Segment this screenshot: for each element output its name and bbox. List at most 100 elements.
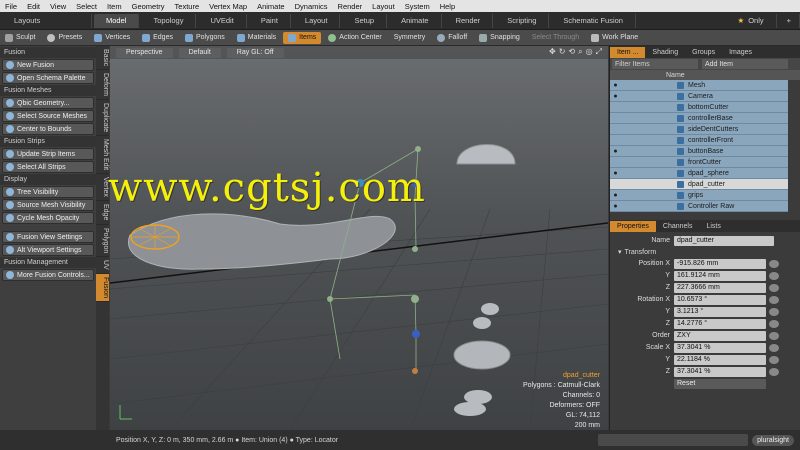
cutter-disc-mesh[interactable]	[453, 340, 511, 370]
tab-topology[interactable]: Topology	[141, 13, 197, 28]
animate-toggle-icon[interactable]	[769, 271, 779, 280]
vtab-duplicate[interactable]: Duplicate	[96, 100, 109, 137]
tab-render[interactable]: Render	[444, 13, 494, 28]
animate-toggle-icon[interactable]	[769, 259, 779, 268]
tab-schematic-fusion[interactable]: Schematic Fusion	[551, 13, 636, 28]
eye-icon[interactable]: ●	[610, 170, 621, 177]
symmetry-button[interactable]: Symmetry	[389, 32, 431, 44]
transform-section-header[interactable]: ▾ Transform	[610, 247, 800, 257]
move-view-icon[interactable]: ✥	[549, 47, 556, 57]
menu-animate[interactable]: Animate	[252, 2, 290, 11]
menu-help[interactable]: Help	[435, 2, 460, 11]
section-fusion-strips[interactable]: Fusion Strips	[0, 136, 96, 147]
menu-system[interactable]: System	[400, 2, 435, 11]
items-tab-groups[interactable]: Groups	[685, 47, 722, 58]
prop-value-field[interactable]: ZXY	[674, 330, 766, 341]
eye-icon[interactable]: ●	[610, 93, 621, 100]
animate-toggle-icon[interactable]	[769, 295, 779, 304]
viewport-perspective-menu[interactable]: Perspective	[116, 47, 173, 58]
props-tab-properties[interactable]: Properties	[610, 220, 656, 232]
tree-visibility-button[interactable]: Tree Visibility	[2, 186, 94, 198]
action-center-button[interactable]: Action Center	[323, 32, 386, 44]
tab-layout[interactable]: Layout	[293, 13, 341, 28]
work-plane-button[interactable]: Work Plane	[586, 32, 643, 44]
alt-viewport-settings-button[interactable]: Alt Viewport Settings	[2, 244, 94, 256]
menu-select[interactable]: Select	[71, 2, 102, 11]
section-fusion-meshes[interactable]: Fusion Meshes	[0, 85, 96, 96]
vtab-uv[interactable]: UV	[96, 257, 109, 274]
fit-view-icon[interactable]: ◎	[586, 47, 593, 57]
zoom-icon[interactable]: ⌕	[578, 47, 582, 57]
animate-toggle-icon[interactable]	[769, 355, 779, 364]
only-star-toggle[interactable]: ★ Only	[725, 13, 777, 28]
vtab-basic[interactable]: Basic	[96, 46, 109, 71]
small-part-2[interactable]	[473, 317, 491, 329]
menu-edit[interactable]: Edit	[22, 2, 45, 11]
select-source-meshes-button[interactable]: Select Source Meshes	[2, 110, 94, 122]
menu-texture[interactable]: Texture	[170, 2, 205, 11]
add-layout-button[interactable]: +	[779, 13, 800, 28]
animate-toggle-icon[interactable]	[769, 331, 779, 340]
item-row[interactable]: controllerFront	[610, 135, 788, 146]
item-row[interactable]: ● Camera	[610, 91, 788, 102]
menu-render[interactable]: Render	[333, 2, 368, 11]
menu-layout[interactable]: Layout	[367, 2, 400, 11]
qbic-geometry-button[interactable]: Qbic Geometry...	[2, 97, 94, 109]
section-fusion-management[interactable]: Fusion Management	[0, 257, 96, 268]
add-item-button[interactable]: Add Item	[702, 59, 788, 69]
controller-body-mesh[interactable]	[127, 213, 396, 270]
tab-uvedit[interactable]: UVEdit	[198, 13, 247, 28]
small-part-1[interactable]	[481, 303, 499, 315]
menu-file[interactable]: File	[0, 2, 22, 11]
cycle-mesh-opacity-button[interactable]: Cycle Mesh Opacity	[2, 212, 94, 224]
animate-toggle-icon[interactable]	[769, 307, 779, 316]
items-tab-item[interactable]: Item ...	[610, 46, 646, 58]
prop-value-field[interactable]: 3.1213 °	[674, 306, 766, 317]
prop-value-field[interactable]: 161.9124 mm	[674, 270, 766, 281]
vtab-polygon[interactable]: Polygon	[96, 225, 109, 257]
vtab-deform[interactable]: Deform	[96, 70, 109, 101]
fusion-view-settings-button[interactable]: Fusion View Settings	[2, 231, 94, 243]
tab-scripting[interactable]: Scripting	[495, 13, 550, 28]
command-input[interactable]	[598, 434, 749, 446]
center-to-bounds-button[interactable]: Center to Bounds	[2, 123, 94, 135]
items-tab-images[interactable]: Images	[722, 47, 759, 58]
3d-viewport[interactable]: Perspective Default Ray GL: Off ✥ ↻ ⟲ ⌕ …	[110, 46, 608, 430]
menu-dynamics[interactable]: Dynamics	[290, 2, 333, 11]
more-fusion-controls-button[interactable]: More Fusion Controls...	[2, 269, 94, 281]
menu-vertex-map[interactable]: Vertex Map	[204, 2, 252, 11]
viewport-default-menu[interactable]: Default	[178, 47, 221, 58]
item-row[interactable]: controllerBase	[610, 113, 788, 124]
item-row[interactable]: bottomCutter	[610, 102, 788, 113]
menu-geometry[interactable]: Geometry	[127, 2, 170, 11]
props-tab-lists[interactable]: Lists	[699, 221, 727, 232]
prop-value-field[interactable]: 22.1184 %	[674, 354, 766, 365]
item-row[interactable]: frontCutter	[610, 157, 788, 168]
tab-setup[interactable]: Setup	[342, 13, 388, 28]
animate-toggle-icon[interactable]	[769, 319, 779, 328]
reset-view-icon[interactable]: ⟲	[568, 47, 575, 57]
select-through-button[interactable]: Select Through	[527, 32, 584, 44]
animate-toggle-icon[interactable]	[769, 367, 779, 376]
source-mesh-visibility-button[interactable]: Source Mesh Visibility	[2, 199, 94, 211]
item-row[interactable]: ● buttonBase	[610, 146, 788, 157]
item-row[interactable]: ● Mesh	[610, 80, 788, 91]
eye-icon[interactable]: ●	[610, 203, 621, 210]
prop-value-field[interactable]: 10.6573 °	[674, 294, 766, 305]
prop-value-field[interactable]: 37.3041 %	[674, 342, 766, 353]
item-row[interactable]: ● grips	[610, 190, 788, 201]
reset-dropdown[interactable]: Reset	[674, 378, 766, 389]
item-row[interactable]: sideDentCutters	[610, 124, 788, 135]
update-strip-items-button[interactable]: Update Strip Items	[2, 148, 94, 160]
mode-materials-button[interactable]: Materials	[232, 32, 281, 44]
open-schema-palette-button[interactable]: Open Schema Palette	[2, 72, 94, 84]
viewport-ray-gl-off-menu[interactable]: Ray GL: Off	[226, 47, 284, 58]
item-row[interactable]: ● Controller Raw	[610, 201, 788, 212]
mode-polygons-button[interactable]: Polygons	[180, 32, 230, 44]
prop-value-field[interactable]: -915.826 mm	[674, 258, 766, 269]
section-display[interactable]: Display	[0, 174, 96, 185]
name-column-header[interactable]: Name	[666, 72, 685, 79]
mode-edges-button[interactable]: Edges	[137, 32, 178, 44]
button-dome-mesh[interactable]	[456, 144, 516, 165]
prop-value-field[interactable]: 14.2776 °	[674, 318, 766, 329]
